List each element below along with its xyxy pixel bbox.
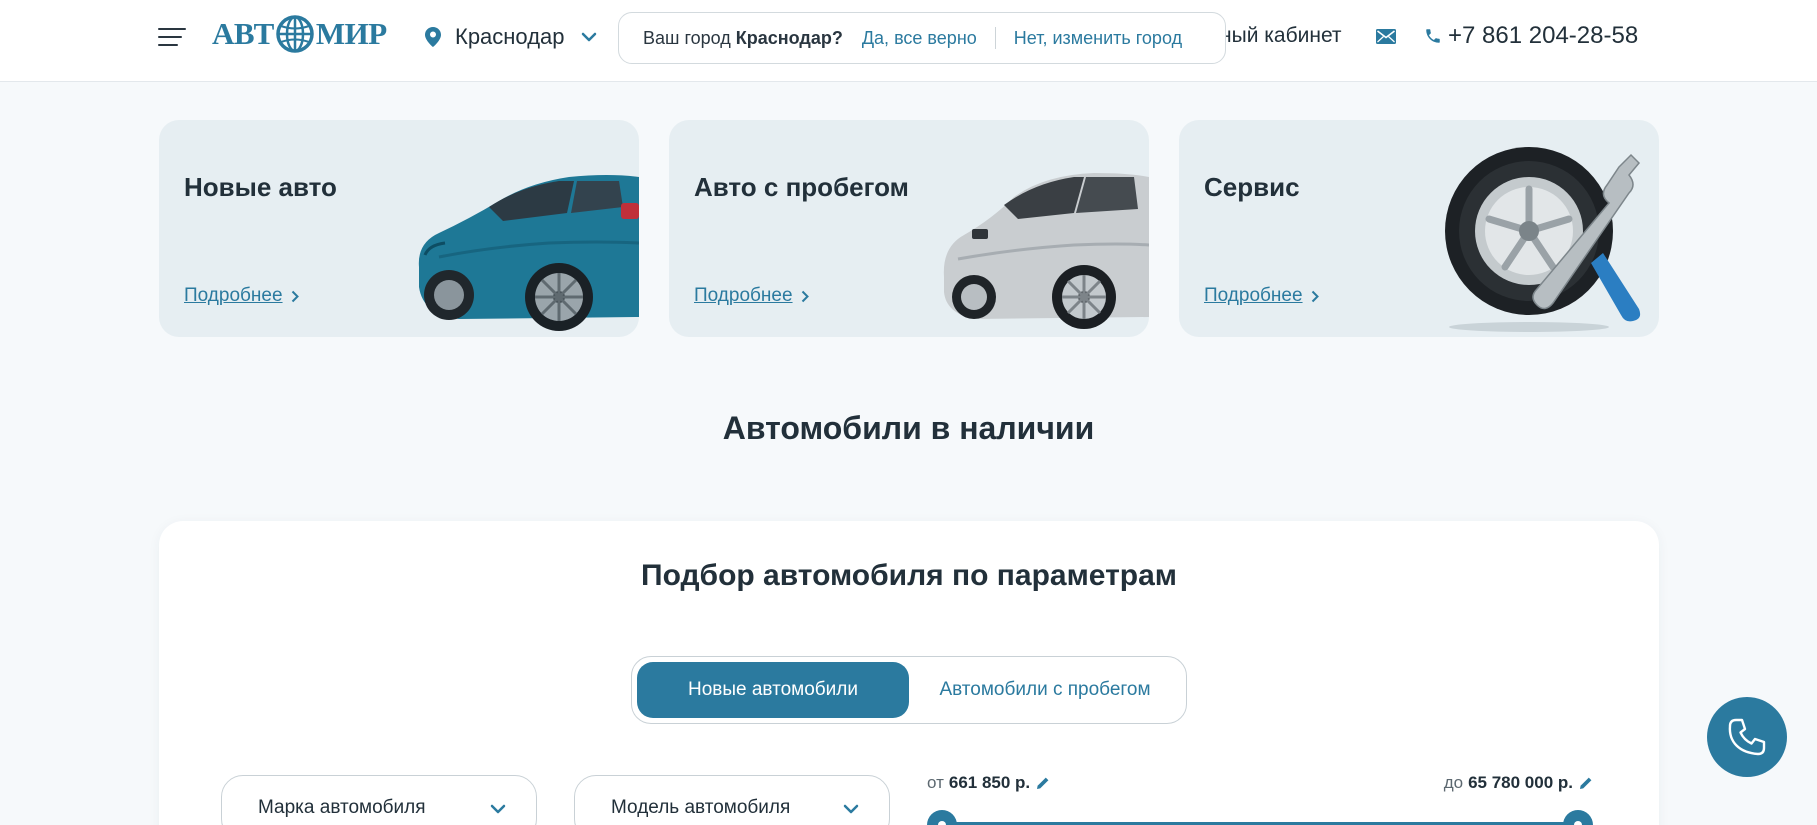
city-confirm-question-text: Ваш город <box>643 27 731 48</box>
price-from: от 661 850 р. <box>927 773 1050 793</box>
chevron-down-icon <box>843 804 859 814</box>
city-confirm-question: Ваш город Краснодар? <box>643 28 843 49</box>
phone-icon <box>1426 29 1440 43</box>
brand-select[interactable]: Марка автомобиля <box>221 775 537 825</box>
chevron-right-icon <box>801 290 809 302</box>
brand-select-label: Марка автомобиля <box>258 797 426 818</box>
price-from-value: 661 850 р. <box>948 773 1031 792</box>
card-more-label: Подробнее <box>1204 285 1303 306</box>
site-header: АВТ МИР Краснодар Ваш город Краснодар? Д… <box>0 0 1817 82</box>
chevron-right-icon <box>291 290 299 302</box>
price-to-label: до <box>1443 773 1464 792</box>
city-confirm-yes-link[interactable]: Да, все верно <box>862 28 977 49</box>
card-more-link[interactable]: Подробнее <box>1204 285 1319 307</box>
blue-car-image <box>418 175 639 331</box>
city-selector[interactable]: Краснодар <box>425 24 597 50</box>
personal-cabinet-link[interactable]: ный кабинет <box>1220 24 1342 48</box>
mail-icon[interactable] <box>1376 29 1396 44</box>
price-from-label: от <box>927 773 944 792</box>
filter-tabs: Новые автомобили Автомобили с пробегом <box>631 656 1187 724</box>
tab-used-cars[interactable]: Автомобили с пробегом <box>909 662 1181 718</box>
pencil-icon[interactable] <box>1036 776 1050 790</box>
card-more-link[interactable]: Подробнее <box>184 285 299 307</box>
card-new-cars[interactable]: Новые авто Подробнее <box>159 120 639 337</box>
tab-new-cars[interactable]: Новые автомобили <box>637 662 909 718</box>
phone-number: +7 861 204-28-58 <box>1448 22 1639 49</box>
divider <box>994 27 996 49</box>
filter-title: Подбор автомобиля по параметрам <box>641 559 1177 592</box>
card-title: Новые авто <box>184 172 337 202</box>
pencil-icon[interactable] <box>1579 776 1593 790</box>
model-select-label: Модель автомобиля <box>611 797 791 818</box>
callback-button[interactable] <box>1707 697 1787 777</box>
city-confirm-city: Краснодар? <box>735 27 843 48</box>
car-filter-panel: Подбор автомобиля по параметрам Новые ав… <box>159 521 1659 825</box>
price-slider-max-handle[interactable] <box>1563 810 1593 825</box>
logo-text-right: МИР <box>315 16 387 51</box>
card-more-label: Подробнее <box>694 285 793 306</box>
logo-text-left: АВТ <box>212 16 274 51</box>
phone-link[interactable]: +7 861 204-28-58 <box>1424 22 1638 50</box>
silver-car-image <box>943 173 1149 329</box>
model-select[interactable]: Модель автомобиля <box>574 775 890 825</box>
chevron-down-icon <box>490 804 506 814</box>
location-pin-icon <box>425 27 441 47</box>
callback-phone-icon <box>1728 718 1766 756</box>
price-to: до 65 780 000 р. <box>1444 773 1593 793</box>
section-title: Автомобили в наличии <box>722 410 1095 446</box>
logo[interactable]: АВТ МИР <box>212 12 387 56</box>
card-service[interactable]: Сервис Подробнее <box>1179 120 1659 337</box>
card-title: Сервис <box>1204 172 1300 202</box>
card-more-label: Подробнее <box>184 285 283 306</box>
globe-icon <box>276 15 314 53</box>
card-used-cars[interactable]: Авто с пробегом Подробнее <box>669 120 1149 337</box>
card-title: Авто с пробегом <box>694 172 909 202</box>
wheel-wrench-image <box>1445 147 1641 332</box>
menu-icon[interactable] <box>158 27 186 47</box>
city-confirm-popup: Ваш город Краснодар? Да, все верно Нет, … <box>618 12 1226 64</box>
price-to-value: 65 780 000 р. <box>1468 773 1573 792</box>
chevron-right-icon <box>1311 290 1319 302</box>
city-name: Краснодар <box>455 24 565 49</box>
chevron-down-icon <box>581 32 596 42</box>
card-more-link[interactable]: Подробнее <box>694 285 809 307</box>
price-slider-min-handle[interactable] <box>927 810 957 825</box>
city-change-link[interactable]: Нет, изменить город <box>1014 28 1182 49</box>
